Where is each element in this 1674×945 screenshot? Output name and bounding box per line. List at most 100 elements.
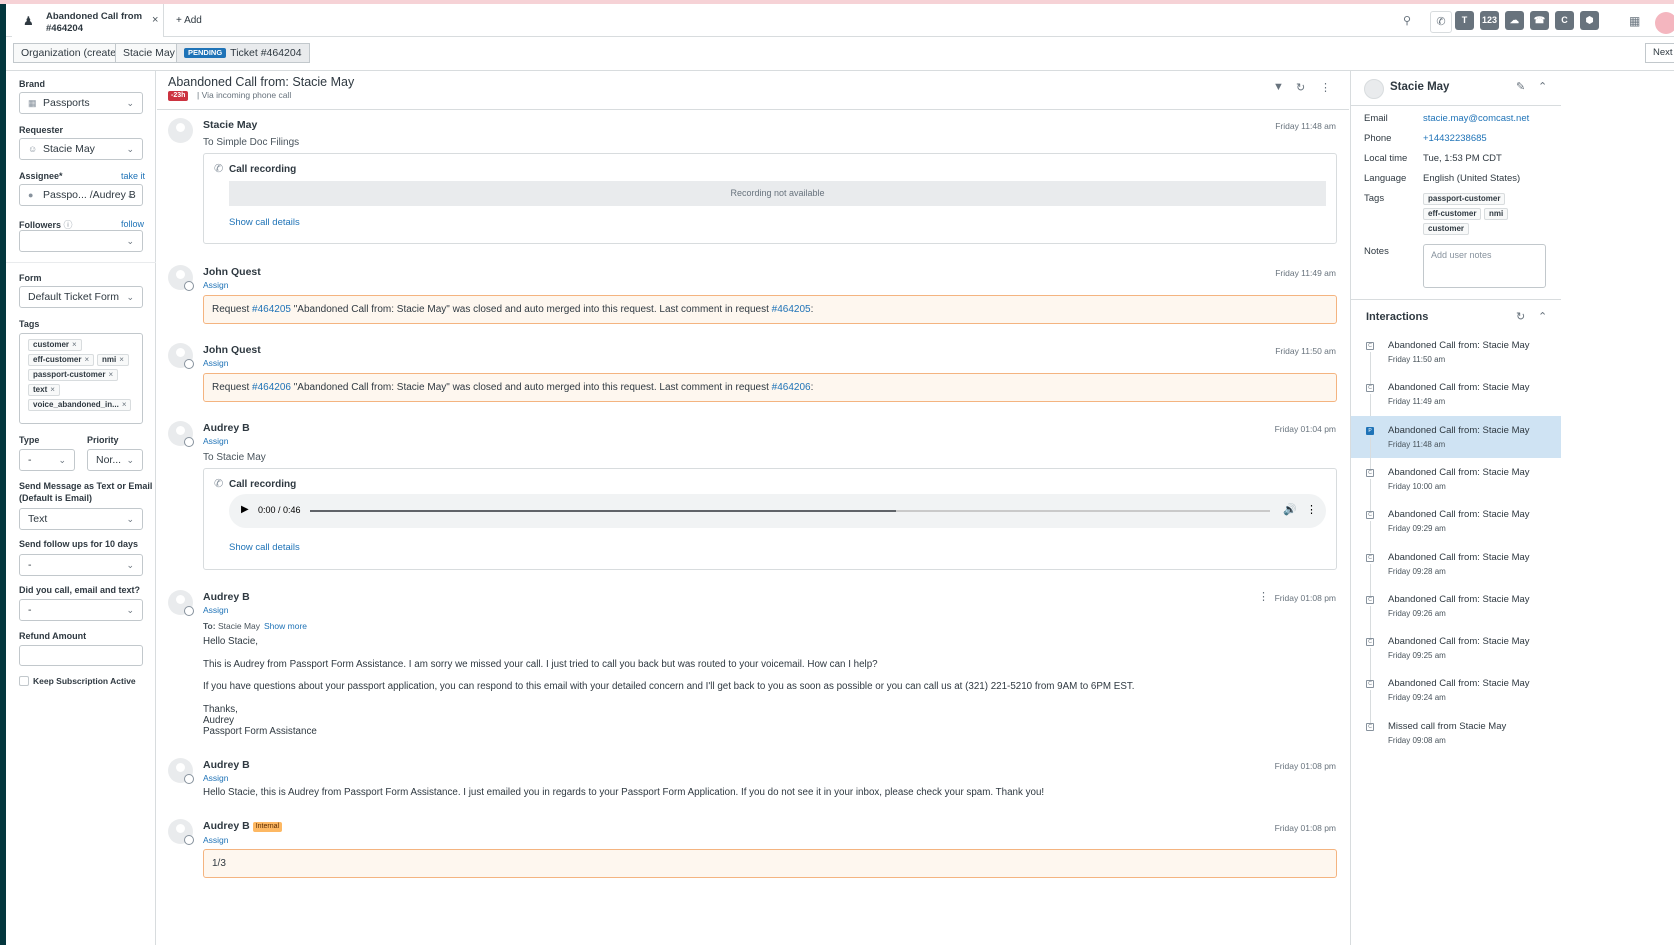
refresh-icon[interactable]: ↻ <box>1516 310 1525 323</box>
followups-select[interactable]: - ⌄ <box>19 554 143 576</box>
app-cloud-icon[interactable]: ☁ <box>1505 11 1524 30</box>
interaction-item[interactable]: C Missed call from Stacie May Friday 09:08… <box>1351 712 1561 754</box>
requester-select[interactable]: ☺ Stacie May ⌄ <box>19 138 143 160</box>
edit-icon[interactable]: ✎ <box>1516 80 1525 93</box>
app-t-icon[interactable]: T <box>1455 11 1474 30</box>
customer-local-time: Tue, 1:53 PM CDT <box>1423 153 1502 164</box>
app-phone-icon[interactable]: ☎ <box>1530 11 1549 30</box>
assign-link[interactable]: Assign <box>203 358 229 368</box>
follow-link[interactable]: follow <box>121 219 144 229</box>
message-author[interactable]: Audrey B <box>203 759 250 771</box>
interaction-item[interactable]: C Abandoned Call from: Stacie May Friday 0… <box>1351 669 1561 711</box>
followers-select[interactable]: ⌄ <box>19 230 143 252</box>
apps-grid-icon[interactable]: ▦ <box>1629 14 1640 28</box>
tag-chip[interactable]: customer × <box>28 339 82 351</box>
assign-link[interactable]: Assign <box>203 773 229 783</box>
show-call-details-link[interactable]: Show call details <box>229 542 300 553</box>
tag-chip[interactable]: eff-customer × <box>28 354 95 366</box>
called-select[interactable]: - ⌄ <box>19 599 143 621</box>
message-body-line: Thanks, <box>203 704 238 715</box>
ticket-link[interactable]: #464206 <box>772 382 811 393</box>
seek-slider[interactable] <box>310 510 1270 512</box>
volume-icon[interactable]: 🔊 <box>1283 503 1297 516</box>
brand-select[interactable]: ▦ Passports ⌄ <box>19 92 143 114</box>
remove-tag-icon[interactable]: × <box>119 355 124 364</box>
remove-tag-icon[interactable]: × <box>72 340 77 349</box>
breadcrumb-requester[interactable]: Stacie May <box>115 43 183 63</box>
assign-link[interactable]: Assign <box>203 436 229 446</box>
history-icon[interactable]: ↻ <box>1296 81 1305 94</box>
followups-value: - <box>28 559 32 571</box>
divider <box>6 262 156 263</box>
message-author[interactable]: John Quest <box>203 344 261 356</box>
tags-input[interactable]: customer × eff-customer × nmi × passport-cu… <box>19 333 143 424</box>
remove-tag-icon[interactable]: × <box>50 385 55 394</box>
more-options-icon[interactable]: ⋮ <box>1320 81 1331 94</box>
interaction-item[interactable]: C Abandoned Call from: Stacie May Friday 0… <box>1351 585 1561 627</box>
message-author[interactable]: Stacie May <box>203 119 257 131</box>
show-more-link[interactable]: Show more <box>264 621 307 631</box>
user-group-icon: ♟ <box>23 14 34 28</box>
message-author[interactable]: Audrey B <box>203 422 250 434</box>
ticket-link[interactable]: #464206 <box>252 382 291 393</box>
user-notes-input[interactable]: Add user notes <box>1423 244 1546 288</box>
ticket-link[interactable]: #464205 <box>252 304 291 315</box>
more-options-icon[interactable]: ⋮ <box>1306 503 1317 516</box>
form-select[interactable]: Default Ticket Form ⌄ <box>19 286 143 308</box>
assign-link[interactable]: Assign <box>203 605 229 615</box>
assignee-select[interactable]: ● Passpo... /Audrey B ⌄ <box>19 184 143 206</box>
keep-subscription-checkbox[interactable] <box>19 676 29 686</box>
interaction-item[interactable]: C Abandoned Call from: Stacie May Friday 0… <box>1351 627 1561 669</box>
interaction-item[interactable]: C Abandoned Call from: Stacie May Friday 1… <box>1351 331 1561 373</box>
ticket-tab[interactable]: ♟ Abandoned Call from: ... #464204 × <box>12 4 164 37</box>
remove-tag-icon[interactable]: × <box>108 370 113 379</box>
tag-chip[interactable]: passport-customer × <box>28 369 119 381</box>
type-select[interactable]: - ⌄ <box>19 449 75 471</box>
message-author[interactable]: Audrey B <box>203 591 250 603</box>
filter-icon[interactable]: ▼ <box>1273 81 1284 93</box>
more-options-icon[interactable]: ⋮ <box>1258 590 1269 603</box>
scrollbar[interactable] <box>1561 71 1574 945</box>
tag-chip[interactable]: voice_abandoned_in... × <box>28 399 132 411</box>
assign-link[interactable]: Assign <box>203 835 229 845</box>
interaction-item[interactable]: P Abandoned Call from: Stacie May Friday 1… <box>1351 415 1561 458</box>
remove-tag-icon[interactable]: × <box>122 400 127 409</box>
refund-amount-input[interactable] <box>19 645 143 666</box>
breadcrumb-organization[interactable]: Organization (create) <box>13 43 128 63</box>
breadcrumb-ticket[interactable]: PENDING Ticket #464204 <box>176 43 310 63</box>
customer-phone[interactable]: +14432238685 <box>1423 133 1487 144</box>
message-author[interactable]: Audrey B Internal <box>203 820 283 832</box>
customer-name[interactable]: Stacie May <box>1390 81 1449 93</box>
app-c-icon[interactable]: C <box>1555 11 1574 30</box>
interaction-item[interactable]: C Abandoned Call from: Stacie May Friday 1… <box>1351 458 1561 500</box>
assign-link[interactable]: Assign <box>203 280 229 290</box>
interaction-item[interactable]: C Abandoned Call from: Stacie May Friday 0… <box>1351 500 1561 542</box>
chevron-up-icon[interactable]: ⌃ <box>1538 310 1547 323</box>
close-tab-icon[interactable]: × <box>152 14 158 26</box>
priority-select[interactable]: Nor... ⌄ <box>87 449 143 471</box>
message-author[interactable]: John Quest <box>203 266 261 278</box>
chevron-up-icon[interactable]: ⌃ <box>1538 80 1547 93</box>
remove-tag-icon[interactable]: × <box>84 355 89 364</box>
user-avatar[interactable] <box>1655 12 1674 34</box>
message-body-line: This is Audrey from Passport Form Assist… <box>203 659 878 670</box>
search-icon[interactable]: ⚲ <box>1403 14 1411 27</box>
app-123-icon[interactable]: 123 <box>1480 11 1499 30</box>
message-time: Friday 11:48 am <box>1275 121 1336 131</box>
send-message-select[interactable]: Text ⌄ <box>19 508 143 530</box>
show-call-details-link[interactable]: Show call details <box>229 217 300 228</box>
interaction-item[interactable]: C Abandoned Call from: Stacie May Friday 0… <box>1351 543 1561 585</box>
interaction-item[interactable]: C Abandoned Call from: Stacie May Friday 1… <box>1351 373 1561 415</box>
ticket-link[interactable]: #464205 <box>772 304 811 315</box>
customer-email[interactable]: stacie.may@comcast.net <box>1423 113 1529 124</box>
next-button[interactable]: Next <box>1645 43 1674 63</box>
phone-icon[interactable]: ✆ <box>1430 11 1452 33</box>
interaction-time: Friday 09:24 am <box>1388 693 1446 703</box>
tag-chip[interactable]: nmi × <box>97 354 129 366</box>
app-box-icon[interactable]: ⬢ <box>1580 11 1599 30</box>
tag-chip[interactable]: text × <box>28 384 60 396</box>
add-tab-button[interactable]: + Add <box>176 15 202 26</box>
take-it-link[interactable]: take it <box>121 171 145 181</box>
interaction-title: Abandoned Call from: Stacie May <box>1388 593 1530 605</box>
play-icon[interactable]: ▶ <box>241 504 249 515</box>
